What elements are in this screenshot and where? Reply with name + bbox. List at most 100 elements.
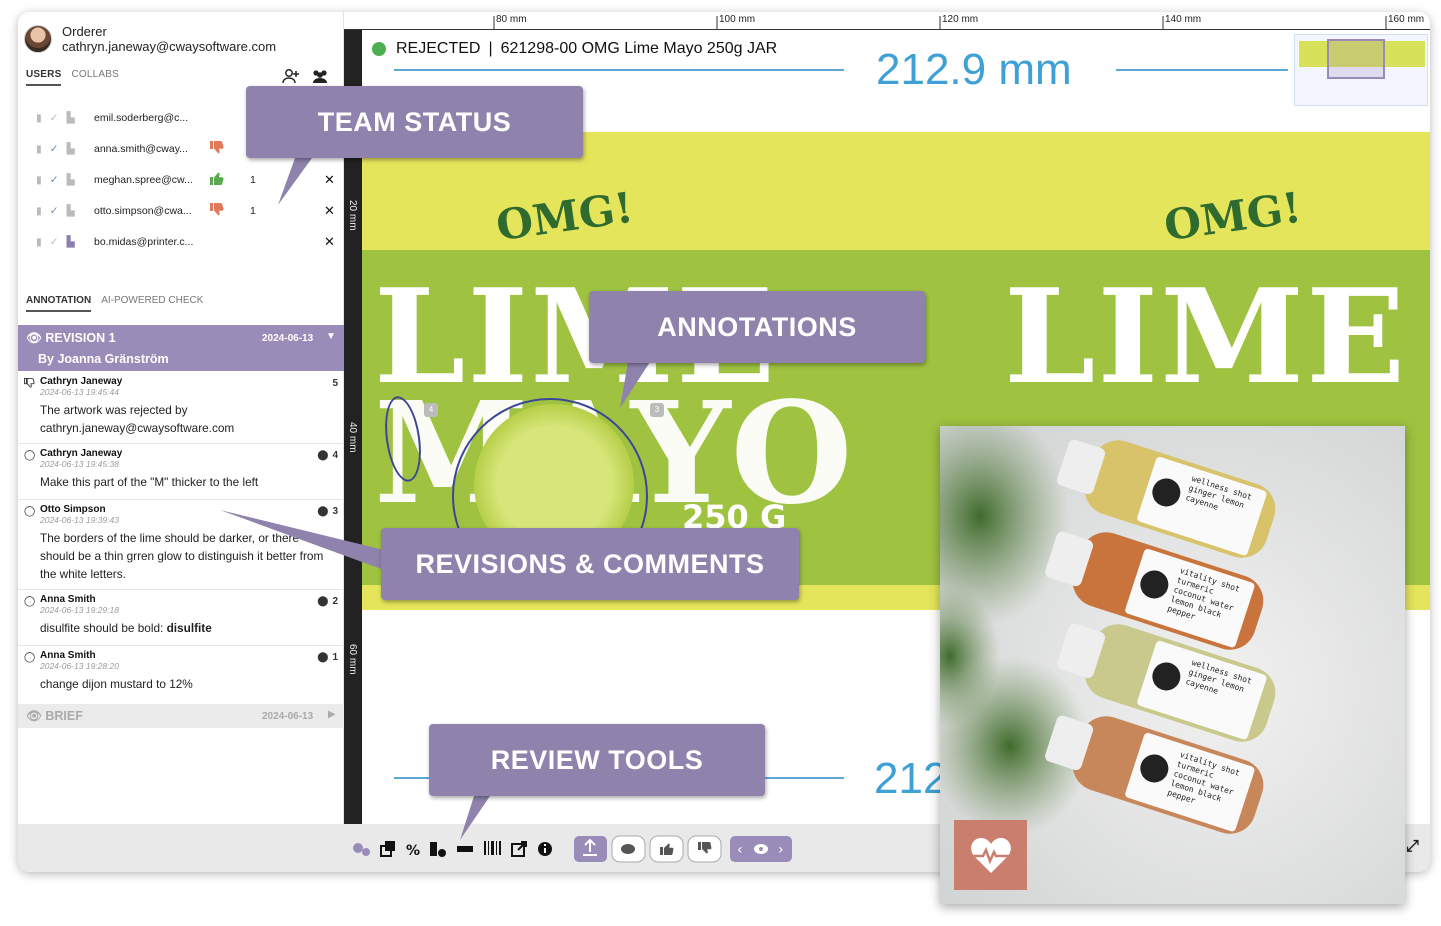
comment-author: Otto Simpson [40,504,106,515]
user-email-cell: anna.smith@cway... [94,142,188,155]
view-navigator-button[interactable]: ‹ › [730,836,792,862]
user-row[interactable]: ▮ ✓ ▙ otto.simpson@cwa... 1 ✕ [36,195,336,226]
speech-bubble-icon: ◯ [24,506,36,517]
chevron-right-icon[interactable]: ▶ [328,709,336,720]
comment-text: Make this part of the "M" thicker to the… [40,475,259,489]
compare-icon[interactable] [380,841,395,857]
speech-bubble-icon: ◯ [24,450,36,461]
location-pin-icon: ⬤ [317,506,329,517]
avatar[interactable] [24,25,52,53]
color-separation-icon[interactable] [430,842,446,857]
info-icon[interactable] [538,842,552,856]
comment-text-bold: disulfite [166,621,212,635]
percent-icon[interactable]: % [406,843,420,859]
remove-user-icon[interactable]: ✕ [324,203,335,219]
comment-time: 2024-06-13 19:28:20 [40,661,119,671]
ruler-label: 20 mm [347,200,358,231]
check-icon: ✓ [49,111,59,124]
add-group-icon[interactable] [310,68,330,84]
ruler-label: 160 mm [1388,14,1425,25]
revision-header[interactable]: 👁︎ REVISION 1 By Joanna Gränström 2024-0… [18,325,344,371]
user-count: 1 [250,173,256,186]
comment-item[interactable]: ◯ Anna Smith 2024-06-13 19:29:18 disulfi… [18,590,344,646]
comment-author: Cathryn Janeway [40,376,123,387]
revision-date: 2024-06-13 [262,333,314,344]
ruler-top: 80 mm 100 mm 120 mm 140 mm 160 mm [344,12,1430,30]
status-separator: | [488,40,493,57]
callout-annotations: ANNOTATIONS [589,291,925,363]
comment-item[interactable]: ◯ Anna Smith 2024-06-13 19:28:20 change … [18,646,344,702]
brand-seal [1148,474,1184,511]
comment-author: Anna Smith [40,594,96,605]
eye-icon: 👁︎ [26,331,42,345]
remove-user-icon[interactable]: ✕ [324,172,335,188]
comment-text: The artwork was rejected by cathryn.jane… [40,403,235,435]
comment-item[interactable]: ◯ Otto Simpson 2024-06-13 19:39:43 The b… [18,500,344,590]
svg-text:›: › [778,842,784,858]
artwork-title: 621298-00 OMG Lime Mayo 250g JAR [500,40,778,57]
document-icon: ▮ [36,142,42,155]
comment-item[interactable]: Cathryn Janeway 2024-06-13 19:45:44 The … [18,372,344,444]
location-pin-icon: ⬤ [317,450,329,461]
bottles-group: wellness shot ginger lemon cayenne vitali… [1043,433,1385,851]
health-button[interactable] [954,820,1027,890]
ruler-label: 120 mm [942,14,979,25]
brief-header[interactable]: 👁︎ BRIEF 2024-06-13 ▶ [18,704,344,728]
remove-user-icon[interactable]: ✕ [324,234,335,250]
status-dot [372,42,386,56]
chevron-down-icon[interactable]: ▼ [326,331,336,342]
brand-seal [1136,750,1172,787]
comment-text: The borders of the lime should be darker… [40,531,324,581]
comment-time: 2024-06-13 19:45:38 [40,459,119,469]
user-email-cell: emil.soderberg@c... [94,111,189,124]
svg-text:%: % [406,843,420,859]
barcode-icon[interactable] [484,841,501,855]
comment-number: 1 [332,652,338,663]
reject-button[interactable] [687,835,722,863]
speech-bubble-icon: ◯ [24,652,36,663]
check-icon: ✓ [49,235,59,248]
annotation-tabs: ANNOTATION AI-POWERED CHECK [26,295,203,312]
fullscreen-icon[interactable]: ⤢ [1406,838,1419,856]
user-tabs: USERS COLLABS [26,69,119,86]
user-row[interactable]: ▮ ✓ ▙ meghan.spree@cw... 1 ✕ [36,164,336,195]
dimension-line [394,69,844,71]
document-icon: ▮ [36,204,42,217]
comment-number: 3 [332,506,338,517]
comment-number: 2 [332,596,338,607]
page-thumbnail[interactable] [1294,34,1428,106]
thumbs-down-icon [202,202,232,219]
annotation-number[interactable]: 4 [424,403,438,417]
check-icon: ✓ [49,173,59,186]
document-icon: ▮ [36,173,42,186]
tab-users[interactable]: USERS [26,69,62,86]
factory-icon: ▙ [66,142,75,155]
annotation-number[interactable]: 3 [650,403,664,417]
status-label: REJECTED [396,40,481,57]
tab-ai-check[interactable]: AI-POWERED CHECK [101,295,203,312]
thumbs-down-outline-icon [24,378,35,391]
user-actions [282,68,330,84]
tab-annotation[interactable]: ANNOTATION [26,295,92,312]
ruler-icon[interactable] [457,846,473,852]
dimension-label: 212.9 mm [876,45,1072,94]
comment-button[interactable] [611,835,646,863]
tab-collabs[interactable]: COLLABS [71,69,119,86]
add-user-icon[interactable] [282,68,300,84]
comment-item[interactable]: ◯ Cathryn Janeway 2024-06-13 19:45:38 Ma… [18,444,344,500]
upload-button[interactable] [574,836,607,862]
thumbnail-viewport[interactable] [1327,39,1385,79]
share-icon[interactable] [511,841,527,857]
document-icon: ▮ [36,111,42,124]
comments-toggle-icon[interactable] [353,843,370,856]
user-email-cell: meghan.spree@cw... [94,173,193,186]
user-row[interactable]: ▮ ✓ ▙ bo.midas@printer.c... ✕ [36,226,336,257]
ruler-label: 80 mm [496,14,527,25]
comment-text: change dijon mustard to 12% [40,677,193,691]
comment-time: 2024-06-13 19:39:43 [40,515,119,525]
svg-text:‹: ‹ [737,842,743,858]
comments-list: Cathryn Janeway 2024-06-13 19:45:44 The … [18,372,344,702]
approve-button[interactable] [649,835,684,863]
comment-time: 2024-06-13 19:45:44 [40,387,119,397]
check-icon: ✓ [49,204,59,217]
